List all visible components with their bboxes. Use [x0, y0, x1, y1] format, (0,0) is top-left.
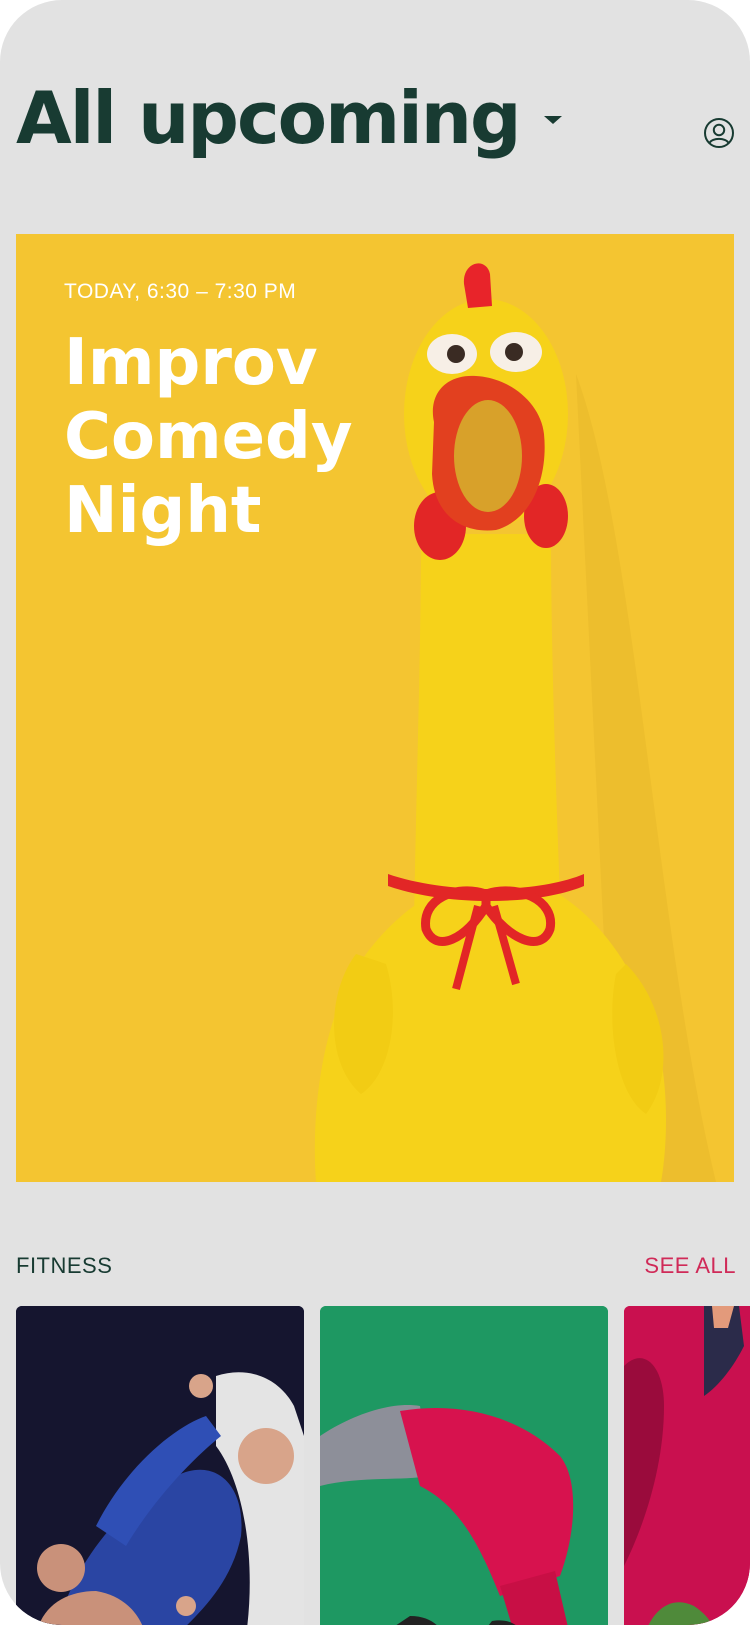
caret-down-icon [543, 116, 562, 124]
fitness-card-breakdance[interactable] [320, 1306, 608, 1625]
breakdance-image [320, 1306, 608, 1625]
header: All upcoming [0, 0, 750, 230]
fitness-card-dance[interactable] [624, 1306, 750, 1625]
fitness-card-jiu-jitsu[interactable] [16, 1306, 304, 1625]
featured-event-card[interactable]: TODAY, 6:30 – 7:30 PM Improv Comedy Nigh… [16, 234, 734, 1182]
user-circle-icon[interactable] [703, 117, 735, 149]
event-date: TODAY, 6:30 – 7:30 PM [64, 280, 297, 303]
section-label: FITNESS [16, 1253, 113, 1278]
page-title: All upcoming [16, 76, 522, 160]
see-all-link[interactable]: SEE ALL [644, 1253, 736, 1279]
app-screen: All upcoming TODAY, 6:30 – 7:30 PM Impro… [0, 0, 750, 1625]
dance-image [624, 1306, 750, 1625]
filter-dropdown[interactable]: All upcoming [16, 82, 562, 154]
event-title: Improv Comedy Night [64, 326, 353, 548]
jiu-jitsu-image [16, 1306, 304, 1625]
